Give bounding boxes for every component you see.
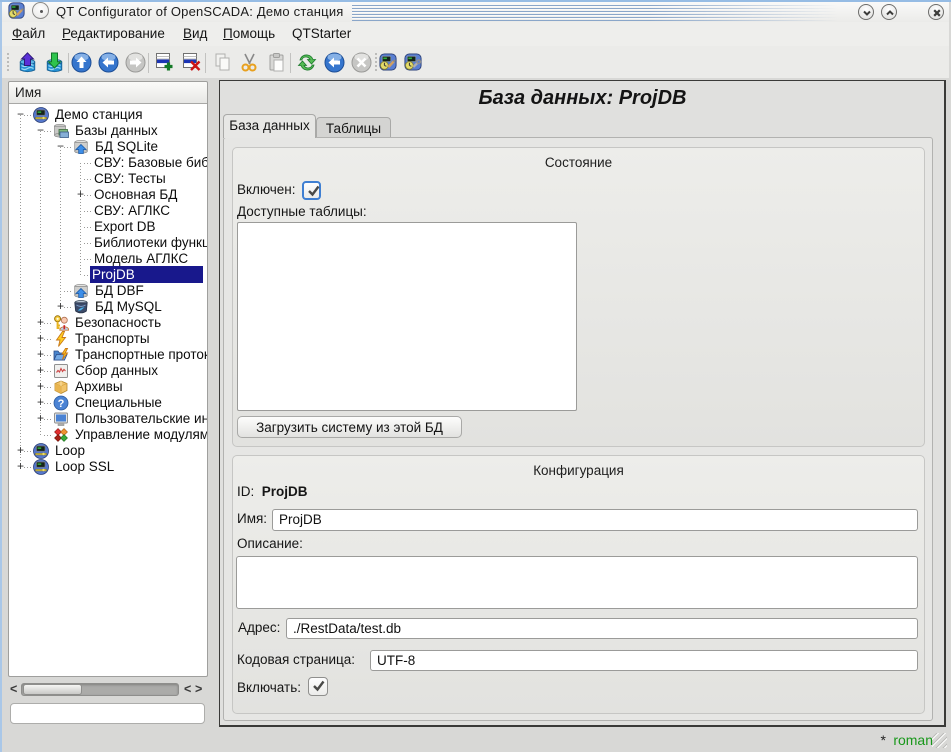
svg-text:?: ? bbox=[58, 398, 65, 410]
